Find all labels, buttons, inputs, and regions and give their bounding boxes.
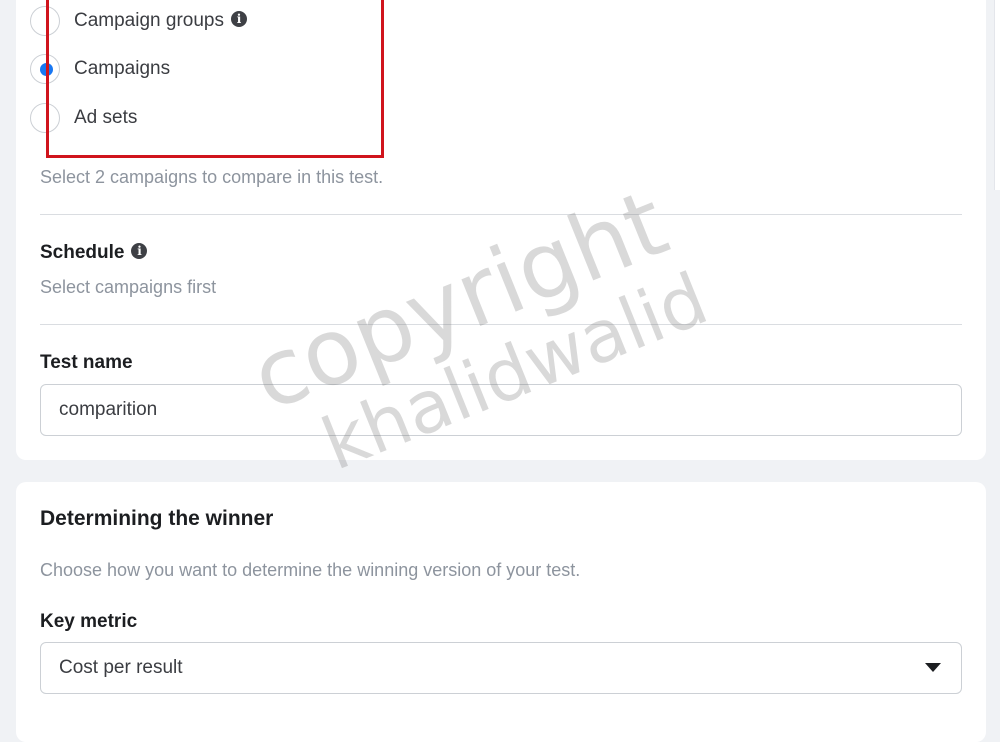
adjacent-panel-edge xyxy=(994,0,1000,190)
winner-section-title: Determining the winner xyxy=(40,507,274,530)
info-icon[interactable]: i xyxy=(131,242,148,259)
test-name-label: Test name xyxy=(40,352,133,373)
divider xyxy=(40,214,962,215)
key-metric-dropdown[interactable]: Cost per result xyxy=(40,642,962,694)
highlight-annotation-box xyxy=(46,0,384,158)
schedule-help-text: Select campaigns first xyxy=(40,277,217,297)
divider xyxy=(40,324,962,325)
winner-description: Choose how you want to determine the win… xyxy=(40,560,581,580)
test-name-input[interactable]: comparition xyxy=(40,384,962,436)
caret-down-icon[interactable] xyxy=(925,663,941,672)
schedule-label: Schedule i xyxy=(40,242,148,264)
schedule-label-text: Schedule xyxy=(40,242,125,263)
key-metric-value: Cost per result xyxy=(59,657,183,678)
key-metric-label: Key metric xyxy=(40,611,138,632)
comparison-help-text: Select 2 campaigns to compare in this te… xyxy=(40,167,384,187)
